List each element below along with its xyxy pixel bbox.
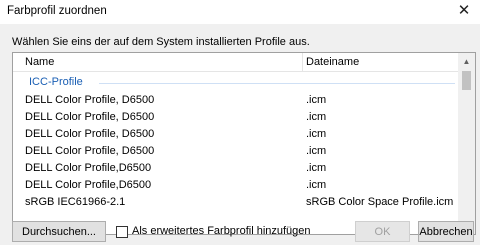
table-row[interactable]: DELL Color Profile, D6500 .icm	[13, 144, 458, 160]
window-title: Farbprofil zuordnen	[7, 5, 107, 17]
profile-list[interactable]: Name Dateiname ICC-Profile DELL Color Pr…	[12, 52, 476, 235]
profile-filename: .icm	[306, 145, 327, 157]
profile-name: DELL Color Profile, D6500	[25, 94, 155, 106]
advanced-profile-checkbox[interactable]	[116, 226, 128, 238]
close-icon[interactable]: ✕	[456, 3, 472, 19]
table-row[interactable]: DELL Color Profile, D6500 .icm	[13, 127, 458, 143]
column-divider[interactable]	[302, 53, 303, 71]
profile-name: sRGB IEC61966-2.1	[25, 196, 126, 208]
title-bar: Farbprofil zuordnen ✕	[0, 0, 480, 24]
profile-name: DELL Color Profile,D6500	[25, 179, 152, 191]
cancel-button[interactable]: Abbrechen	[418, 221, 474, 242]
table-row[interactable]: sRGB IEC61966-2.1 sRGB Color Space Profi…	[13, 195, 458, 211]
dialog-body: Wählen Sie eins der auf dem System insta…	[0, 24, 480, 245]
vertical-scrollbar[interactable]: ▲ ▼	[458, 53, 475, 234]
scroll-thumb[interactable]	[462, 71, 471, 90]
column-header-filename[interactable]: Dateiname	[306, 56, 359, 68]
group-divider	[99, 83, 455, 84]
column-header-name[interactable]: Name	[25, 56, 54, 68]
table-row[interactable]: DELL Color Profile,D6500 .icm	[13, 178, 458, 194]
profile-name: DELL Color Profile, D6500	[25, 145, 155, 157]
table-row[interactable]: DELL Color Profile, D6500 .icm	[13, 93, 458, 109]
profile-filename: .icm	[306, 94, 327, 106]
profile-name: DELL Color Profile, D6500	[25, 111, 155, 123]
profile-filename: .icm	[306, 162, 327, 174]
profile-name: DELL Color Profile,D6500	[25, 162, 152, 174]
group-header-icc[interactable]: ICC-Profile	[13, 76, 458, 90]
group-label: ICC-Profile	[29, 76, 83, 88]
profile-filename: .icm	[306, 128, 327, 140]
profile-name: DELL Color Profile, D6500	[25, 128, 155, 140]
ok-button[interactable]: OK	[355, 221, 410, 242]
profile-filename: sRGB Color Space Profile.icm	[306, 196, 454, 208]
table-row[interactable]: DELL Color Profile,D6500 .icm	[13, 161, 458, 177]
browse-button[interactable]: Durchsuchen...	[12, 221, 106, 242]
profile-filename: .icm	[306, 179, 327, 191]
instruction-text: Wählen Sie eins der auf dem System insta…	[12, 36, 310, 48]
list-header: Name Dateiname	[13, 53, 475, 72]
table-row[interactable]: DELL Color Profile, D6500 .icm	[13, 110, 458, 126]
scroll-up-icon[interactable]: ▲	[458, 53, 475, 70]
advanced-profile-label[interactable]: Als erweitertes Farbprofil hinzufügen	[132, 225, 311, 237]
profile-filename: .icm	[306, 111, 327, 123]
